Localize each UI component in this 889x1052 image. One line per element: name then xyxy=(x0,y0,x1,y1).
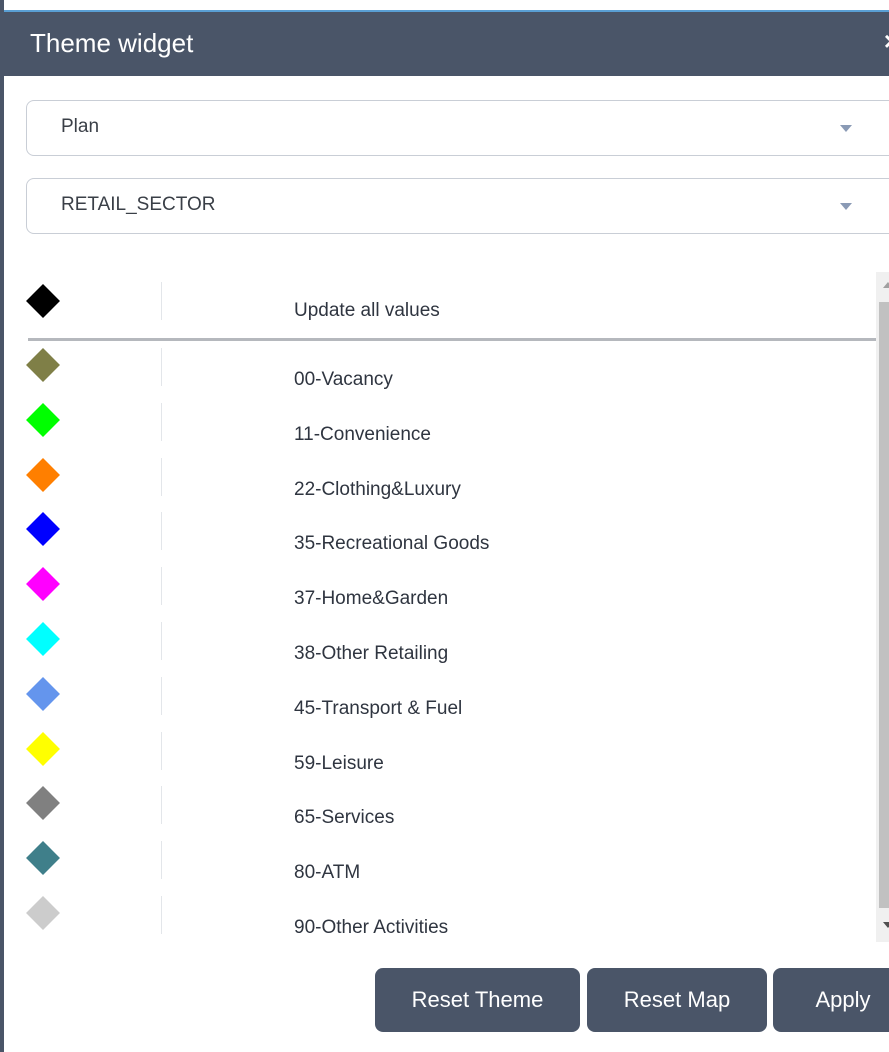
apply-button[interactable]: Apply xyxy=(773,968,889,1032)
reset-theme-button[interactable]: Reset Theme xyxy=(375,968,580,1032)
scroll-up-icon[interactable] xyxy=(883,282,889,288)
legend-item-label: 00-Vacancy xyxy=(294,369,393,390)
legend-color-swatch[interactable] xyxy=(26,732,60,766)
legend-item[interactable]: 11-Convenience xyxy=(8,397,876,452)
column-divider xyxy=(161,282,162,320)
legend-color-swatch[interactable] xyxy=(26,786,60,820)
column-divider xyxy=(161,403,162,441)
legend-item-label: 35-Recreational Goods xyxy=(294,533,490,554)
legend-color-swatch[interactable] xyxy=(26,458,60,492)
column-divider xyxy=(161,841,162,879)
legend-item[interactable]: 35-Recreational Goods xyxy=(8,506,876,561)
legend-item-label: 11-Convenience xyxy=(294,424,431,445)
legend-item-label: 45-Transport & Fuel xyxy=(294,698,463,719)
legend-color-swatch[interactable] xyxy=(26,567,60,601)
legend-item[interactable]: 38-Other Retailing xyxy=(8,616,876,671)
legend-item[interactable]: 59-Leisure xyxy=(8,726,876,781)
column-divider xyxy=(161,567,162,605)
layer-select[interactable]: Plan xyxy=(26,100,889,156)
legend-scrollbar[interactable] xyxy=(876,272,889,942)
legend-color-swatch[interactable] xyxy=(26,512,60,546)
legend-item[interactable]: 90-Other Activities xyxy=(8,890,876,942)
column-divider xyxy=(161,512,162,550)
field-select-value: RETAIL_SECTOR xyxy=(61,194,216,215)
widget-titlebar: Theme widget × xyxy=(4,10,889,76)
legend-color-swatch[interactable] xyxy=(26,841,60,875)
legend-color-swatch[interactable] xyxy=(26,677,60,711)
update-all-color-swatch[interactable] xyxy=(26,284,60,318)
chevron-down-icon xyxy=(840,203,852,210)
header-divider xyxy=(28,338,876,341)
close-icon[interactable]: × xyxy=(884,26,889,57)
legend-item-label: 90-Other Activities xyxy=(294,917,449,938)
legend-item[interactable]: 65-Services xyxy=(8,780,876,835)
legend-item-label: 65-Services xyxy=(294,807,395,828)
legend-item-label: 22-Clothing&Luxury xyxy=(294,479,461,500)
legend-list: Update all values 00-Vacancy 11-Convenien… xyxy=(8,272,876,942)
legend-item-label: 37-Home&Garden xyxy=(294,588,449,609)
legend-color-swatch[interactable] xyxy=(26,403,60,437)
column-divider xyxy=(161,458,162,496)
legend-item-label: 59-Leisure xyxy=(294,753,384,774)
theme-widget-panel: Theme widget × Plan RETAIL_SECTOR Update… xyxy=(0,0,889,1052)
legend-item[interactable]: 80-ATM xyxy=(8,835,876,890)
reset-map-button[interactable]: Reset Map xyxy=(587,968,767,1032)
legend-item[interactable]: 45-Transport & Fuel xyxy=(8,671,876,726)
column-divider xyxy=(161,896,162,934)
widget-title: Theme widget xyxy=(30,28,194,58)
legend-color-swatch[interactable] xyxy=(26,348,60,382)
column-divider xyxy=(161,786,162,824)
legend-item-label: 38-Other Retailing xyxy=(294,643,449,664)
legend-item[interactable]: 37-Home&Garden xyxy=(8,561,876,616)
update-all-label: Update all values xyxy=(294,300,440,321)
legend-item[interactable]: 22-Clothing&Luxury xyxy=(8,452,876,507)
legend-item-label: 80-ATM xyxy=(294,862,361,883)
column-divider xyxy=(161,732,162,770)
scroll-down-icon[interactable] xyxy=(883,922,889,928)
column-divider xyxy=(161,622,162,660)
update-all-row[interactable]: Update all values xyxy=(8,272,876,327)
field-select[interactable]: RETAIL_SECTOR xyxy=(26,178,889,234)
column-divider xyxy=(161,677,162,715)
legend-item[interactable]: 00-Vacancy xyxy=(8,342,876,397)
column-divider xyxy=(161,348,162,386)
legend-color-swatch[interactable] xyxy=(26,622,60,656)
legend-color-swatch[interactable] xyxy=(26,896,60,930)
layer-select-value: Plan xyxy=(61,116,100,137)
scrollbar-thumb[interactable] xyxy=(879,302,889,908)
chevron-down-icon xyxy=(840,125,852,132)
